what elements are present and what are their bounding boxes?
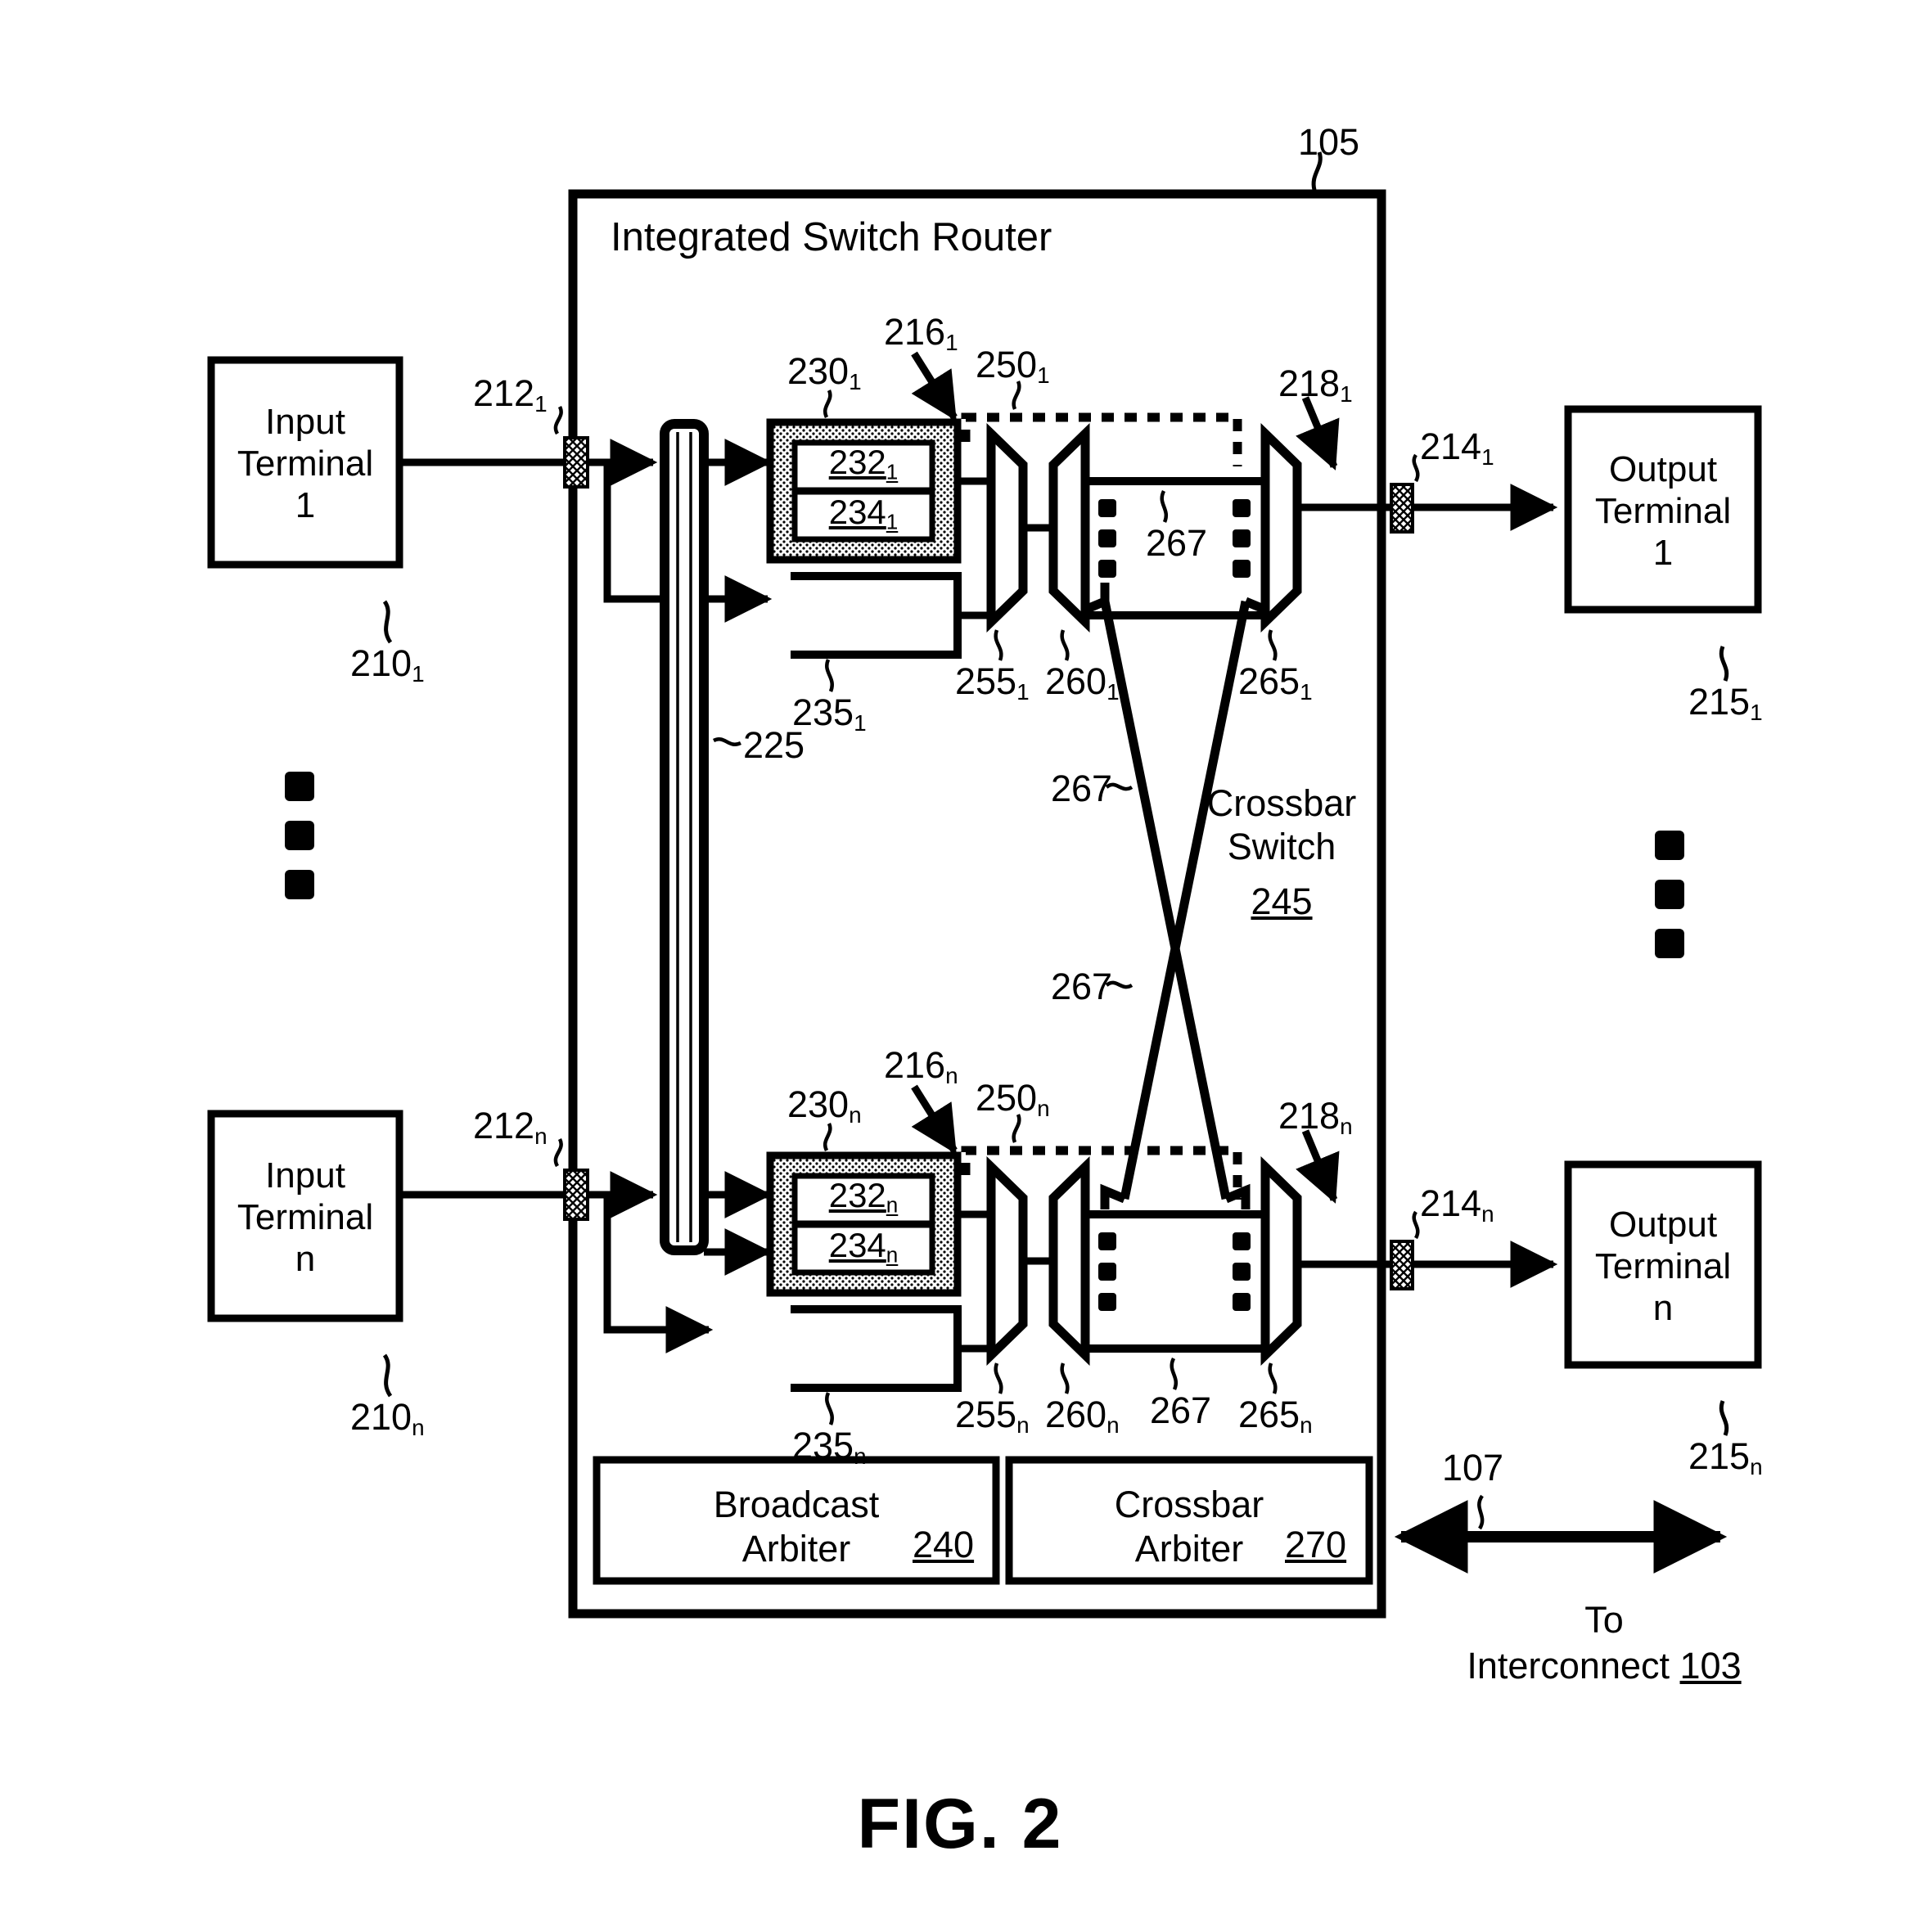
- ref-214-n: 214n: [1420, 1182, 1494, 1227]
- input-terminal-n-line2: Terminal: [237, 1197, 374, 1237]
- ref-232-1: 2321: [828, 443, 899, 484]
- ref-216-n: 216n: [884, 1044, 958, 1088]
- crossbar-switch-line2: Switch: [1227, 826, 1336, 867]
- ref-230-1: 2301: [787, 350, 862, 394]
- mux-255-n: [986, 1155, 1028, 1367]
- input-terminal-n-label: Input Terminal n: [211, 1155, 399, 1280]
- ref-267-lower: 267: [1051, 966, 1113, 1007]
- ref-235-1: 2351: [792, 691, 867, 736]
- crossbar-arbiter-ref: 270: [1285, 1524, 1347, 1565]
- ref-212-1: 2121: [473, 372, 548, 417]
- xbar-dot: [1098, 499, 1116, 517]
- xbar-dot: [1098, 1232, 1116, 1250]
- ellipsis-dot-left: [285, 870, 314, 899]
- broadcast-arbiter-ref: 240: [913, 1524, 975, 1565]
- page-title: Integrated Switch Router: [611, 215, 1052, 259]
- ref-260-1: 2601: [1045, 660, 1120, 705]
- output-terminal-n-label: Output Terminal n: [1568, 1204, 1758, 1329]
- broadcast-bus-225: [660, 419, 709, 1255]
- ref-218-1: 2181: [1278, 363, 1353, 407]
- ellipsis-dot-left: [285, 821, 314, 850]
- ref-265-n: 265n: [1238, 1394, 1313, 1438]
- ref-255-n: 255n: [955, 1394, 1030, 1438]
- figure-caption: FIG. 2: [857, 1785, 1063, 1863]
- port-marker-212-1: [563, 436, 589, 489]
- ref-250-n: 250n: [976, 1077, 1050, 1121]
- xbar-dot: [1098, 1263, 1116, 1281]
- input-terminal-1-label: Input Terminal 1: [211, 401, 399, 526]
- ellipsis-dot-left: [285, 772, 314, 801]
- ref-210-1: 2101: [350, 642, 425, 687]
- ref-215-n: 215n: [1688, 1435, 1763, 1479]
- xbar-dot: [1233, 560, 1251, 578]
- input-terminal-n-line1: Input: [265, 1155, 345, 1196]
- ref-255-1: 2551: [955, 660, 1030, 705]
- output-terminal-1-label: Output Terminal 1: [1568, 448, 1758, 574]
- ref-234-n: 234n: [828, 1226, 899, 1268]
- mux-260-1: [1048, 422, 1090, 633]
- ellipsis-dot-right: [1655, 929, 1684, 958]
- xbar-dot: [1098, 560, 1116, 578]
- ref-265-1: 2651: [1238, 660, 1313, 705]
- ref-212-n: 212n: [473, 1105, 548, 1149]
- crossbar-arbiter-line1: Crossbar: [1114, 1484, 1264, 1525]
- crossbar-switch-ref: 245: [1251, 880, 1313, 922]
- xbar-dot: [1233, 1263, 1251, 1281]
- ref-107: 107: [1442, 1447, 1504, 1488]
- xbar-dot: [1233, 1232, 1251, 1250]
- interconnect-line1: To: [1584, 1599, 1624, 1641]
- ref-234-1: 2341: [828, 493, 899, 534]
- output-terminal-n-line2: Terminal: [1594, 1246, 1732, 1286]
- ref-250-1: 2501: [976, 344, 1050, 388]
- port-marker-212-n: [563, 1169, 589, 1221]
- xbar-dot: [1233, 1293, 1251, 1311]
- input-terminal-n-line3: n: [295, 1239, 316, 1279]
- mux-260-n: [1048, 1155, 1090, 1367]
- input-terminal-1-line1: Input: [265, 402, 345, 442]
- output-terminal-n-line1: Output: [1608, 1205, 1718, 1245]
- mux-255-1: [986, 422, 1028, 633]
- input-terminal-1-line2: Terminal: [237, 444, 374, 484]
- output-terminal-1-line1: Output: [1608, 449, 1718, 489]
- interconnect-label: To Interconnect 103: [1391, 1597, 1817, 1689]
- ref-105: 105: [1298, 121, 1360, 163]
- ellipsis-dot-right: [1655, 831, 1684, 860]
- ref-218-n: 218n: [1278, 1095, 1353, 1139]
- port-marker-214-n: [1390, 1240, 1414, 1290]
- ref-267-row1: 267: [1146, 522, 1208, 564]
- output-terminal-1-line3: 1: [1652, 533, 1674, 573]
- mux-265-1: [1260, 422, 1302, 633]
- crossbar-switch-line1: Crossbar: [1206, 782, 1357, 824]
- ref-215-1: 2151: [1688, 681, 1763, 725]
- ref-216-1: 2161: [884, 311, 958, 355]
- ref-260-n: 260n: [1045, 1394, 1120, 1438]
- ref-267-upper: 267: [1051, 768, 1113, 809]
- broadcast-arbiter-line1: Broadcast: [713, 1484, 880, 1525]
- ref-235-n: 235n: [792, 1425, 867, 1469]
- ref-230-n: 230n: [787, 1083, 862, 1128]
- port-marker-214-1: [1390, 483, 1414, 534]
- ref-267-rown: 267: [1150, 1389, 1212, 1431]
- ref-214-1: 2141: [1420, 426, 1494, 470]
- ref-232-n: 232n: [828, 1176, 899, 1218]
- input-terminal-1-line3: 1: [295, 485, 316, 525]
- crossbar-switch-label: Crossbar Switch 245: [1192, 781, 1372, 923]
- interconnect-line2: Interconnect 103: [1467, 1645, 1742, 1687]
- xbar-dot: [1233, 499, 1251, 517]
- xbar-dot: [1233, 529, 1251, 547]
- ellipsis-dot-right: [1655, 880, 1684, 909]
- xbar-dot: [1098, 1293, 1116, 1311]
- output-terminal-n-line3: n: [1652, 1288, 1674, 1328]
- ref-210-n: 210n: [350, 1396, 425, 1440]
- output-terminal-1-line2: Terminal: [1594, 491, 1732, 531]
- mux-265-n: [1260, 1155, 1302, 1367]
- xbar-dot: [1098, 529, 1116, 547]
